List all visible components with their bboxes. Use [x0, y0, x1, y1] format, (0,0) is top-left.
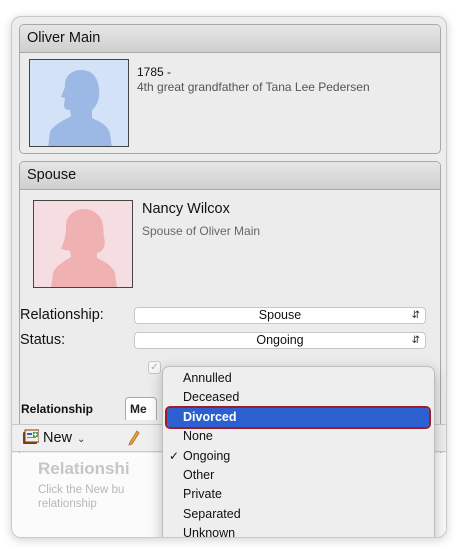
relationship-tab-label: Relationship	[21, 402, 94, 416]
pencil-icon[interactable]	[128, 430, 140, 451]
checkbox[interactable]: ✓	[148, 361, 161, 374]
male-portrait[interactable]	[29, 59, 129, 147]
status-value: Ongoing	[256, 333, 304, 347]
person-relation-desc: 4th great grandfather of Tana Lee Peders…	[137, 80, 370, 94]
spouse-header: Spouse	[20, 162, 440, 190]
status-select[interactable]: Ongoing ⇵	[134, 332, 426, 349]
person-lifespan: 1785 -	[137, 65, 172, 79]
empty-state-message: Click the New bu relationship	[38, 484, 125, 510]
relationship-value: Spouse	[258, 308, 302, 322]
status-label: Status:	[20, 332, 66, 348]
status-dropdown-menu: Annulled Deceased Divorced None ✓ Ongoing…	[162, 366, 435, 537]
empty-state-title: Relationshi	[38, 459, 130, 478]
checkmark-icon: ✓	[169, 448, 180, 463]
relationship-select[interactable]: Spouse ⇵	[134, 307, 426, 324]
tab-media[interactable]: Me	[125, 397, 157, 420]
new-button[interactable]: New ⌄	[22, 429, 85, 449]
chevron-updown-icon: ⇵	[411, 310, 420, 321]
new-button-label: New	[43, 430, 73, 446]
female-silhouette-icon	[51, 209, 117, 287]
edit-person-window: Oliver Main 1785 - 4th great grandfather…	[11, 16, 447, 538]
spouse-name: Nancy Wilcox	[142, 201, 230, 217]
relationship-label: Relationship:	[20, 307, 104, 323]
menu-item-private[interactable]: Private	[163, 485, 434, 504]
menu-item-divorced[interactable]: Divorced	[165, 405, 431, 430]
menu-item-separated[interactable]: Separated	[163, 505, 434, 524]
menu-item-unknown[interactable]: Unknown	[163, 524, 434, 537]
chevron-updown-icon: ⇵	[411, 335, 420, 346]
menu-item-other[interactable]: Other	[163, 466, 434, 485]
spouse-description: Spouse of Oliver Main	[142, 224, 261, 238]
chevron-down-icon: ⌄	[77, 434, 86, 445]
menu-item-none[interactable]: None	[163, 427, 434, 446]
menu-item-annulled[interactable]: Annulled	[163, 369, 434, 388]
person-name-header: Oliver Main	[20, 25, 440, 53]
female-portrait[interactable]	[33, 200, 133, 288]
new-record-icon	[22, 429, 40, 449]
male-silhouette-icon	[48, 70, 112, 146]
person-section: Oliver Main 1785 - 4th great grandfather…	[19, 24, 441, 154]
menu-item-ongoing[interactable]: ✓ Ongoing	[163, 447, 434, 466]
menu-item-deceased[interactable]: Deceased	[163, 388, 434, 407]
